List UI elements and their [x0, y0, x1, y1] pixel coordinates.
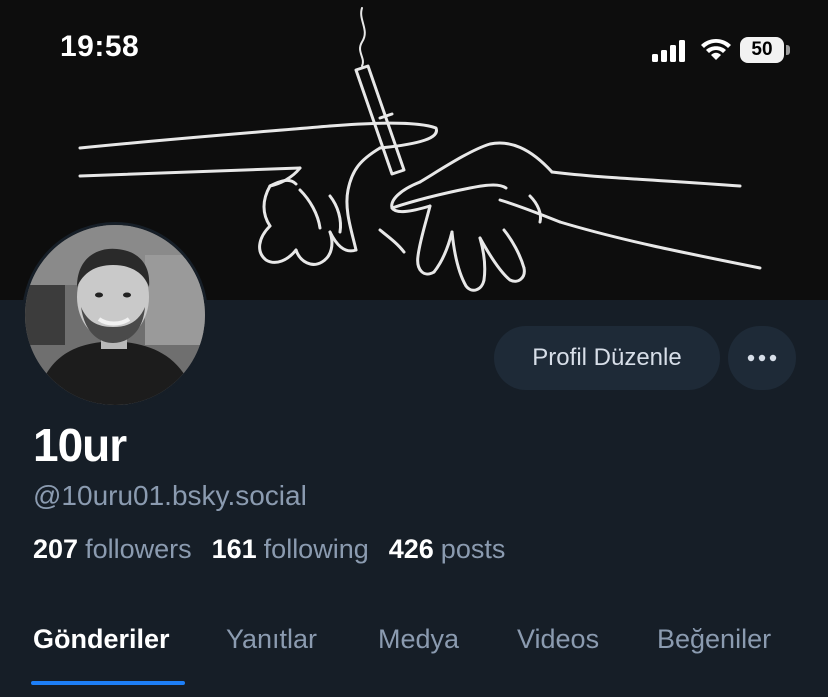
- more-options-button[interactable]: [728, 326, 796, 390]
- tab-media[interactable]: Medya: [378, 624, 459, 655]
- status-bar: 19:58 50: [0, 0, 828, 100]
- display-name: 10ur: [33, 419, 127, 471]
- status-time: 19:58: [60, 30, 140, 63]
- followers-stat[interactable]: 207 followers: [33, 534, 192, 565]
- profile-stats: 207 followers 161 following 426 posts: [33, 534, 505, 565]
- following-count: 161: [211, 534, 257, 564]
- posts-stat: 426 posts: [389, 534, 506, 565]
- ellipsis-icon: [747, 354, 777, 362]
- profile-tabs: Gönderiler Yanıtlar Medya Videos Beğenil…: [0, 620, 828, 697]
- battery-icon: 50: [740, 37, 790, 63]
- avatar[interactable]: [22, 222, 208, 408]
- tab-posts[interactable]: Gönderiler: [33, 624, 170, 655]
- posts-count: 426: [388, 534, 434, 564]
- tab-videos[interactable]: Videos: [517, 624, 599, 655]
- following-label: following: [263, 534, 369, 564]
- profile-handle: @10uru01.bsky.social: [33, 480, 307, 511]
- active-tab-indicator: [31, 681, 185, 685]
- followers-label: followers: [85, 534, 192, 564]
- tab-replies[interactable]: Yanıtlar: [226, 624, 317, 655]
- avatar-photo: [25, 225, 205, 405]
- wifi-icon: [701, 39, 731, 60]
- battery-level: 50: [751, 39, 773, 60]
- tab-likes[interactable]: Beğeniler: [657, 624, 771, 655]
- cellular-signal-icon: [652, 40, 685, 62]
- followers-count: 207: [33, 534, 79, 564]
- following-stat[interactable]: 161 following: [212, 534, 369, 565]
- edit-profile-button[interactable]: Profil Düzenle: [494, 326, 720, 390]
- posts-label: posts: [440, 534, 506, 564]
